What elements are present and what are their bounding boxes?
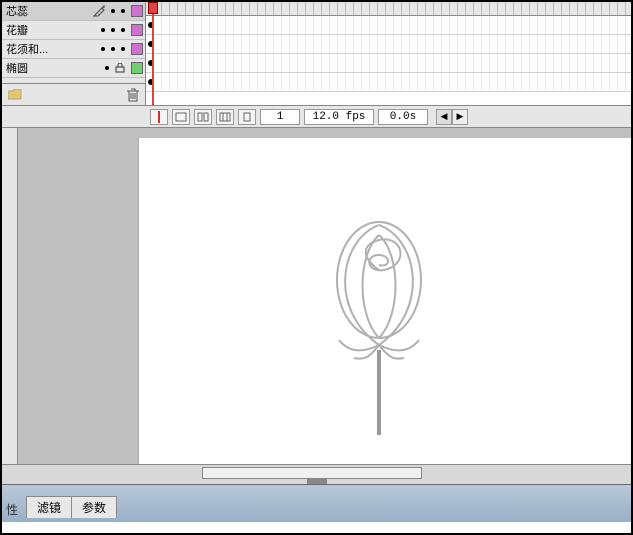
scroll-right-icon[interactable]: ▶ bbox=[452, 109, 468, 125]
frame-track[interactable] bbox=[146, 16, 631, 35]
visibility-dot-icon[interactable] bbox=[111, 28, 115, 32]
tab-filters[interactable]: 滤镜 bbox=[26, 496, 72, 518]
fps-field[interactable]: 12.0 fps bbox=[304, 109, 374, 125]
layer-color-swatch[interactable] bbox=[131, 5, 143, 17]
lock-icon[interactable] bbox=[115, 63, 125, 73]
keyframe-icon[interactable] bbox=[148, 79, 154, 85]
lock-dot-icon[interactable] bbox=[121, 28, 125, 32]
visibility-dot-icon[interactable] bbox=[101, 47, 105, 51]
layer-color-swatch[interactable] bbox=[131, 24, 143, 36]
stage-horizontal-scrollbar[interactable] bbox=[2, 464, 631, 484]
timeline-scroll: ◀ ▶ bbox=[436, 109, 468, 125]
onion-skin-icon[interactable] bbox=[172, 109, 190, 125]
edit-multiple-frames-icon[interactable] bbox=[216, 109, 234, 125]
pencil-icon bbox=[93, 5, 105, 17]
timeline-grid[interactable] bbox=[146, 2, 631, 105]
modify-markers-icon[interactable] bbox=[238, 109, 256, 125]
tab-parameters[interactable]: 参数 bbox=[71, 496, 117, 518]
playhead-marker-icon[interactable] bbox=[150, 109, 168, 125]
layer-icons bbox=[105, 62, 145, 74]
layer-row[interactable]: 椭圆 bbox=[2, 59, 145, 78]
delete-layer-icon[interactable] bbox=[127, 88, 139, 102]
scroll-left-icon[interactable]: ◀ bbox=[436, 109, 452, 125]
layer-name: 芯蕊 bbox=[4, 3, 93, 19]
frame-tracks bbox=[146, 16, 631, 92]
elapsed-time-field[interactable]: 0.0s bbox=[378, 109, 428, 125]
onion-skin-outlines-icon[interactable] bbox=[194, 109, 212, 125]
frame-track[interactable] bbox=[146, 54, 631, 73]
layer-color-swatch[interactable] bbox=[131, 62, 143, 74]
layers-panel: 芯蕊 花瓣 花须和... bbox=[2, 2, 146, 105]
keyframe-icon[interactable] bbox=[148, 22, 154, 28]
layer-icons bbox=[93, 5, 145, 17]
lock-dot-icon[interactable] bbox=[121, 47, 125, 51]
layer-row[interactable]: 芯蕊 bbox=[2, 2, 145, 21]
timeline-controls: 1 12.0 fps 0.0s ◀ ▶ bbox=[2, 106, 631, 128]
rose-drawing bbox=[309, 210, 449, 440]
visibility-dot-icon[interactable] bbox=[111, 9, 115, 13]
layer-icons bbox=[101, 43, 145, 55]
layer-name: 花须和... bbox=[4, 41, 101, 57]
frame-track[interactable] bbox=[146, 35, 631, 54]
frame-ruler[interactable] bbox=[146, 2, 631, 16]
lock-dot-icon[interactable] bbox=[121, 9, 125, 13]
stage-page[interactable] bbox=[138, 138, 631, 464]
stage-canvas[interactable] bbox=[18, 128, 631, 464]
layer-name: 花瓣 bbox=[4, 22, 101, 38]
visibility-dot-icon[interactable] bbox=[111, 47, 115, 51]
layer-icons bbox=[101, 24, 145, 36]
visibility-dot-icon[interactable] bbox=[105, 66, 109, 70]
frame-track[interactable] bbox=[146, 73, 631, 92]
bottom-tabs: 性 滤镜 参数 bbox=[6, 496, 116, 518]
new-folder-icon[interactable] bbox=[8, 89, 22, 101]
layer-row[interactable]: 花须和... bbox=[2, 40, 145, 59]
current-frame-field[interactable]: 1 bbox=[260, 109, 300, 125]
layer-color-swatch[interactable] bbox=[131, 43, 143, 55]
visibility-dot-icon[interactable] bbox=[101, 28, 105, 32]
layers-footer bbox=[2, 83, 145, 105]
timeline-area: 芯蕊 花瓣 花须和... bbox=[2, 2, 631, 106]
keyframe-icon[interactable] bbox=[148, 41, 154, 47]
vertical-ruler[interactable] bbox=[2, 128, 18, 464]
layer-row[interactable]: 花瓣 bbox=[2, 21, 145, 40]
stage-area bbox=[2, 128, 631, 464]
layer-name: 椭圆 bbox=[4, 60, 105, 76]
bottom-panel-bar: 性 滤镜 参数 bbox=[2, 484, 631, 522]
scrollbar-thumb[interactable] bbox=[202, 467, 422, 479]
tab-properties-partial[interactable]: 性 bbox=[6, 501, 26, 518]
keyframe-icon[interactable] bbox=[148, 60, 154, 66]
